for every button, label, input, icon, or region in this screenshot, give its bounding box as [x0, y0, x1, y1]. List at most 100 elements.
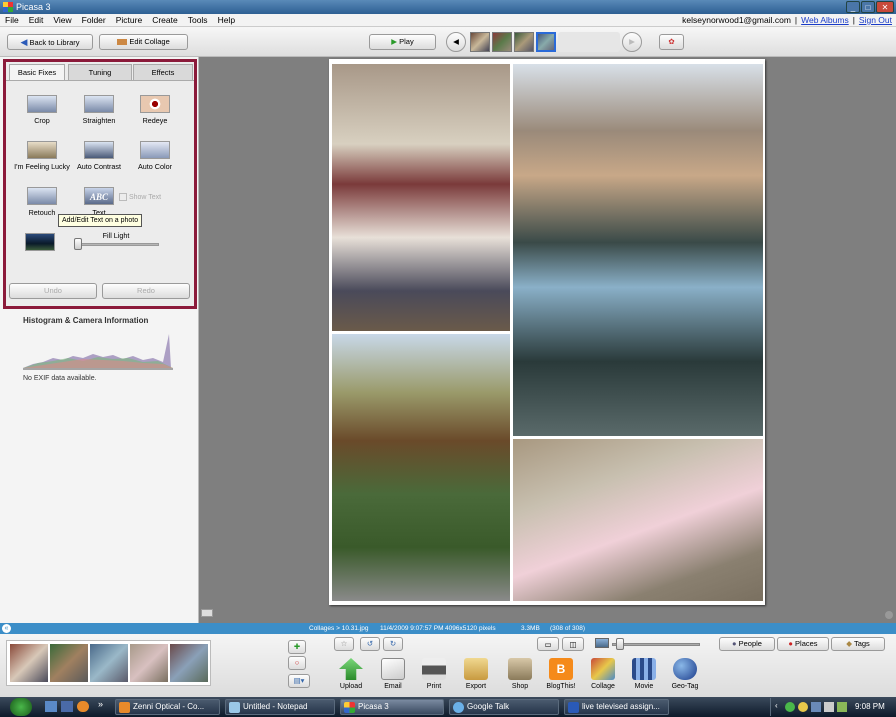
taskbar-item-notepad[interactable]: Untitled - Notepad	[225, 699, 335, 715]
green-pin-icon: ✚	[293, 642, 301, 651]
upload-button[interactable]: Upload	[330, 658, 372, 690]
clock[interactable]: 9:08 PM	[855, 702, 885, 711]
share-button[interactable]: ✿	[659, 34, 684, 50]
places-button[interactable]: ● Places	[777, 637, 829, 651]
collage-button[interactable]: Collage	[582, 658, 624, 690]
web-albums-link[interactable]: Web Albums	[797, 15, 853, 25]
back-to-library-button[interactable]: ◀ Back to Library	[7, 34, 93, 50]
email-button[interactable]: Email	[372, 658, 414, 690]
filmstrip-thumb[interactable]	[514, 32, 534, 52]
crop-icon	[27, 95, 57, 113]
redeye-tool[interactable]: Redeye	[125, 95, 185, 125]
tray-expand-icon[interactable]: ‹	[775, 701, 778, 710]
tray-thumb[interactable]	[50, 644, 88, 682]
taskbar-item-google-talk[interactable]: Google Talk	[449, 699, 559, 715]
export-button[interactable]: Export	[455, 658, 497, 690]
tray-thumb[interactable]	[170, 644, 208, 682]
zoom-slider-track[interactable]	[612, 643, 700, 646]
maximize-button[interactable]: □	[861, 1, 875, 13]
show-text-checkbox[interactable]: Show Text	[119, 193, 161, 201]
geo-tag-button[interactable]: Geo-Tag	[664, 658, 706, 690]
printer-icon	[422, 658, 446, 680]
collapse-tray-icon[interactable]: «	[2, 624, 11, 633]
filmstrip-thumb-selected[interactable]	[536, 32, 556, 52]
start-orb-icon[interactable]	[10, 698, 32, 716]
histogram-title: Histogram & Camera Information	[23, 316, 149, 325]
collage-icon	[117, 39, 128, 46]
crop-tool[interactable]: Crop	[12, 95, 72, 125]
tags-button[interactable]: ◆ Tags	[831, 637, 885, 651]
network-icon[interactable]	[811, 702, 821, 712]
caption-toggle-icon[interactable]	[201, 609, 213, 617]
filmstrip-track	[558, 32, 620, 52]
collage-photo-family-halloween	[332, 64, 510, 331]
menu-tools[interactable]: Tools	[183, 14, 213, 27]
retouch-tool[interactable]: Retouch	[12, 187, 72, 217]
battery-icon[interactable]	[837, 702, 847, 712]
rotate-left-button[interactable]: ↺	[360, 637, 380, 651]
tray-app-icon[interactable]	[785, 702, 795, 712]
undo-button[interactable]: Undo	[9, 283, 97, 299]
straighten-tool[interactable]: Straighten	[69, 95, 129, 125]
tray-thumb[interactable]	[90, 644, 128, 682]
collage-photo-father-baby-shark	[513, 64, 763, 436]
view-single-button[interactable]: ▭	[537, 637, 559, 651]
menu-create[interactable]: Create	[147, 14, 183, 27]
add-to-album-button[interactable]: ▤▾	[288, 674, 310, 688]
view-compare-button[interactable]: ◫	[562, 637, 584, 651]
resize-grip-icon[interactable]	[885, 611, 893, 619]
tab-basic-fixes[interactable]: Basic Fixes	[9, 64, 65, 80]
tab-effects[interactable]: Effects	[133, 64, 193, 80]
volume-icon[interactable]	[824, 702, 834, 712]
blogthis-button[interactable]: B BlogThis!	[540, 658, 582, 690]
menu-folder[interactable]: Folder	[77, 14, 111, 27]
fill-light-slider-thumb[interactable]	[74, 238, 82, 250]
text-tool[interactable]: ABC Text	[69, 187, 129, 217]
show-desktop-icon[interactable]	[45, 701, 57, 712]
edit-collage-button[interactable]: Edit Collage	[99, 34, 188, 50]
shop-button[interactable]: Shop	[499, 658, 541, 690]
retouch-icon	[27, 187, 57, 205]
menu-file[interactable]: File	[0, 14, 24, 27]
minimize-button[interactable]: _	[846, 1, 860, 13]
star-button[interactable]: ☆	[334, 637, 354, 651]
rotate-right-button[interactable]: ↻	[383, 637, 403, 651]
firefox-quicklaunch-icon[interactable]	[77, 701, 89, 712]
zoom-slider-thumb[interactable]	[616, 638, 624, 650]
menu-picture[interactable]: Picture	[111, 14, 147, 27]
menu-view[interactable]: View	[48, 14, 76, 27]
close-window-button[interactable]: ✕	[876, 1, 894, 13]
taskbar-item-picasa[interactable]: Picasa 3	[340, 699, 444, 715]
fill-light-slider-track[interactable]	[74, 243, 159, 246]
previous-photo-button[interactable]: ◀	[446, 32, 466, 52]
blogthis-label: BlogThis!	[546, 683, 576, 690]
print-button[interactable]: Print	[413, 658, 455, 690]
filmstrip-thumb[interactable]	[492, 32, 512, 52]
redo-button[interactable]: Redo	[102, 283, 190, 299]
feeling-lucky-tool[interactable]: I'm Feeling Lucky	[12, 141, 72, 171]
taskbar-item-word[interactable]: live televised assign...	[564, 699, 669, 715]
sign-out-link[interactable]: Sign Out	[855, 15, 896, 25]
tray-thumb[interactable]	[10, 644, 48, 682]
menu-help[interactable]: Help	[213, 14, 240, 27]
collage-image[interactable]	[329, 59, 765, 605]
hold-pin-button[interactable]: ✚	[288, 640, 306, 654]
print-label: Print	[426, 683, 442, 690]
auto-contrast-tool[interactable]: Auto Contrast	[69, 141, 129, 171]
tray-app-icon[interactable]	[798, 702, 808, 712]
play-button[interactable]: ▶ Play	[369, 34, 436, 50]
film-strip-icon	[632, 658, 656, 680]
rotate-right-icon: ↻	[389, 639, 397, 648]
movie-button[interactable]: Movie	[623, 658, 665, 690]
menu-edit[interactable]: Edit	[24, 14, 49, 27]
tray-thumb[interactable]	[130, 644, 168, 682]
taskbar-item-zenni[interactable]: Zenni Optical - Co...	[115, 699, 220, 715]
tab-tuning[interactable]: Tuning	[68, 64, 132, 80]
people-button[interactable]: ● People	[719, 637, 775, 651]
quicklaunch-overflow-icon[interactable]: »	[98, 699, 103, 709]
next-photo-button[interactable]: ▶	[622, 32, 642, 52]
auto-color-tool[interactable]: Auto Color	[125, 141, 185, 171]
switch-windows-icon[interactable]	[61, 701, 73, 712]
filmstrip-thumb[interactable]	[470, 32, 490, 52]
clear-tray-button[interactable]: ○	[288, 656, 306, 670]
